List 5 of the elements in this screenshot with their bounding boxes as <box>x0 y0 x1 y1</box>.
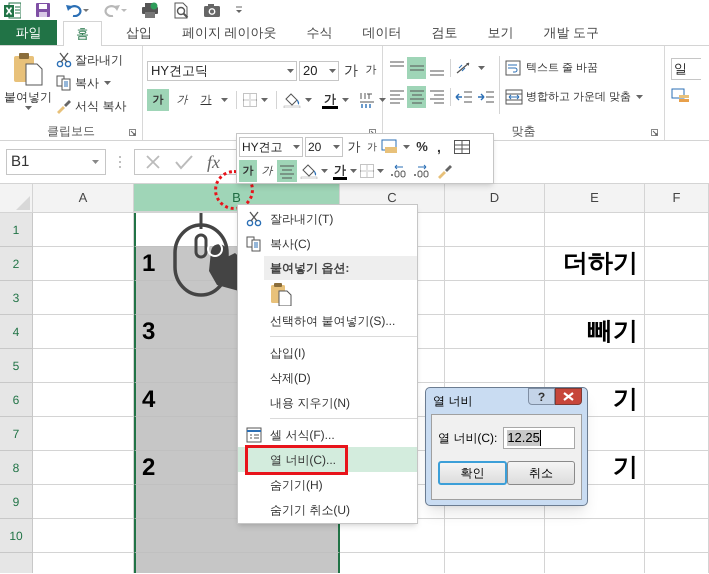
menu-section-header: 붙여넣기 옵션: <box>270 260 350 277</box>
group-label: 클립보드 <box>47 123 95 140</box>
group-label: 맞춤 <box>512 123 536 140</box>
field-label: 열 너비(C): <box>438 430 498 447</box>
dialog-title: 열 너비 <box>432 393 472 410</box>
